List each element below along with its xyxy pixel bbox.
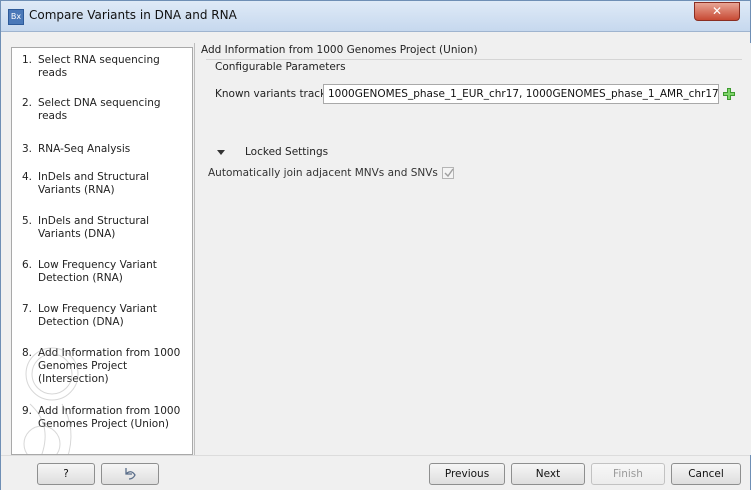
close-button[interactable]: ✕ bbox=[694, 2, 740, 21]
step-number: 3. bbox=[21, 143, 32, 155]
locked-settings-label: Locked Settings bbox=[245, 146, 329, 158]
step-1: 1. Select RNA sequencing reads bbox=[12, 54, 192, 80]
locked-settings-toggle[interactable]: Locked Settings bbox=[217, 146, 328, 158]
step-label: Select RNA sequencing reads bbox=[38, 54, 160, 79]
cancel-button[interactable]: Cancel bbox=[671, 463, 741, 485]
step-7: 7. Low Frequency Variant Detection (DNA) bbox=[12, 303, 192, 329]
section-title: Add Information from 1000 Genomes Projec… bbox=[201, 44, 478, 56]
join-mnvs-snvs-row: Automatically join adjacent MNVs and SNV… bbox=[208, 167, 454, 179]
step-6: 6. Low Frequency Variant Detection (RNA) bbox=[12, 259, 192, 285]
undo-arrow-icon bbox=[125, 468, 136, 480]
step-number: 4. bbox=[21, 171, 32, 183]
plus-icon[interactable] bbox=[722, 87, 736, 101]
step-number: 6. bbox=[21, 259, 32, 271]
title-bar[interactable]: Bx Compare Variants in DNA and RNA ✕ bbox=[1, 1, 750, 32]
help-button[interactable]: ? bbox=[37, 463, 95, 485]
triangle-down-icon bbox=[217, 149, 225, 155]
wizard-steps-panel: 1. Select RNA sequencing reads 2. Select… bbox=[11, 47, 193, 485]
step-label: InDels and Structural Variants (DNA) bbox=[38, 215, 150, 240]
step-label: Low Frequency Variant Detection (DNA) bbox=[38, 303, 157, 328]
step-label: Select DNA sequencing reads bbox=[38, 97, 161, 122]
button-bar: ? Previous Next Finish Cancel bbox=[1, 455, 750, 490]
step-number: 5. bbox=[21, 215, 32, 227]
step-5: 5. InDels and Structural Variants (DNA) bbox=[12, 215, 192, 241]
configurable-parameters-group: Configurable Parameters Known variants t… bbox=[206, 59, 742, 158]
reset-button[interactable] bbox=[101, 463, 159, 485]
known-variants-field[interactable]: 1000GENOMES_phase_1_EUR_chr17, 1000GENOM… bbox=[323, 84, 719, 104]
step-label: InDels and Structural Variants (RNA) bbox=[38, 171, 150, 196]
dialog-window: Bx Compare Variants in DNA and RNA ✕ 1. … bbox=[0, 0, 751, 490]
step-number: 2. bbox=[21, 97, 32, 109]
finish-button[interactable]: Finish bbox=[591, 463, 665, 485]
join-mnvs-snvs-checkbox bbox=[441, 167, 454, 179]
window-title: Compare Variants in DNA and RNA bbox=[29, 8, 237, 22]
known-variants-label: Known variants track bbox=[215, 88, 327, 100]
previous-button[interactable]: Previous bbox=[429, 463, 505, 485]
join-mnvs-snvs-label: Automatically join adjacent MNVs and SNV… bbox=[208, 167, 438, 179]
step-content-panel: Add Information from 1000 Genomes Projec… bbox=[194, 43, 751, 455]
app-icon: Bx bbox=[8, 9, 24, 25]
step-label: Low Frequency Variant Detection (RNA) bbox=[38, 259, 157, 284]
step-number: 7. bbox=[21, 303, 32, 315]
next-button[interactable]: Next bbox=[511, 463, 585, 485]
step-4: 4. InDels and Structural Variants (RNA) bbox=[12, 171, 192, 197]
checkmark-icon bbox=[444, 168, 454, 178]
step-number: 1. bbox=[21, 54, 32, 66]
step-label: RNA-Seq Analysis bbox=[38, 143, 131, 155]
step-2: 2. Select DNA sequencing reads bbox=[12, 97, 192, 123]
group-title: Configurable Parameters bbox=[215, 61, 346, 73]
step-3: 3. RNA-Seq Analysis bbox=[12, 143, 192, 156]
